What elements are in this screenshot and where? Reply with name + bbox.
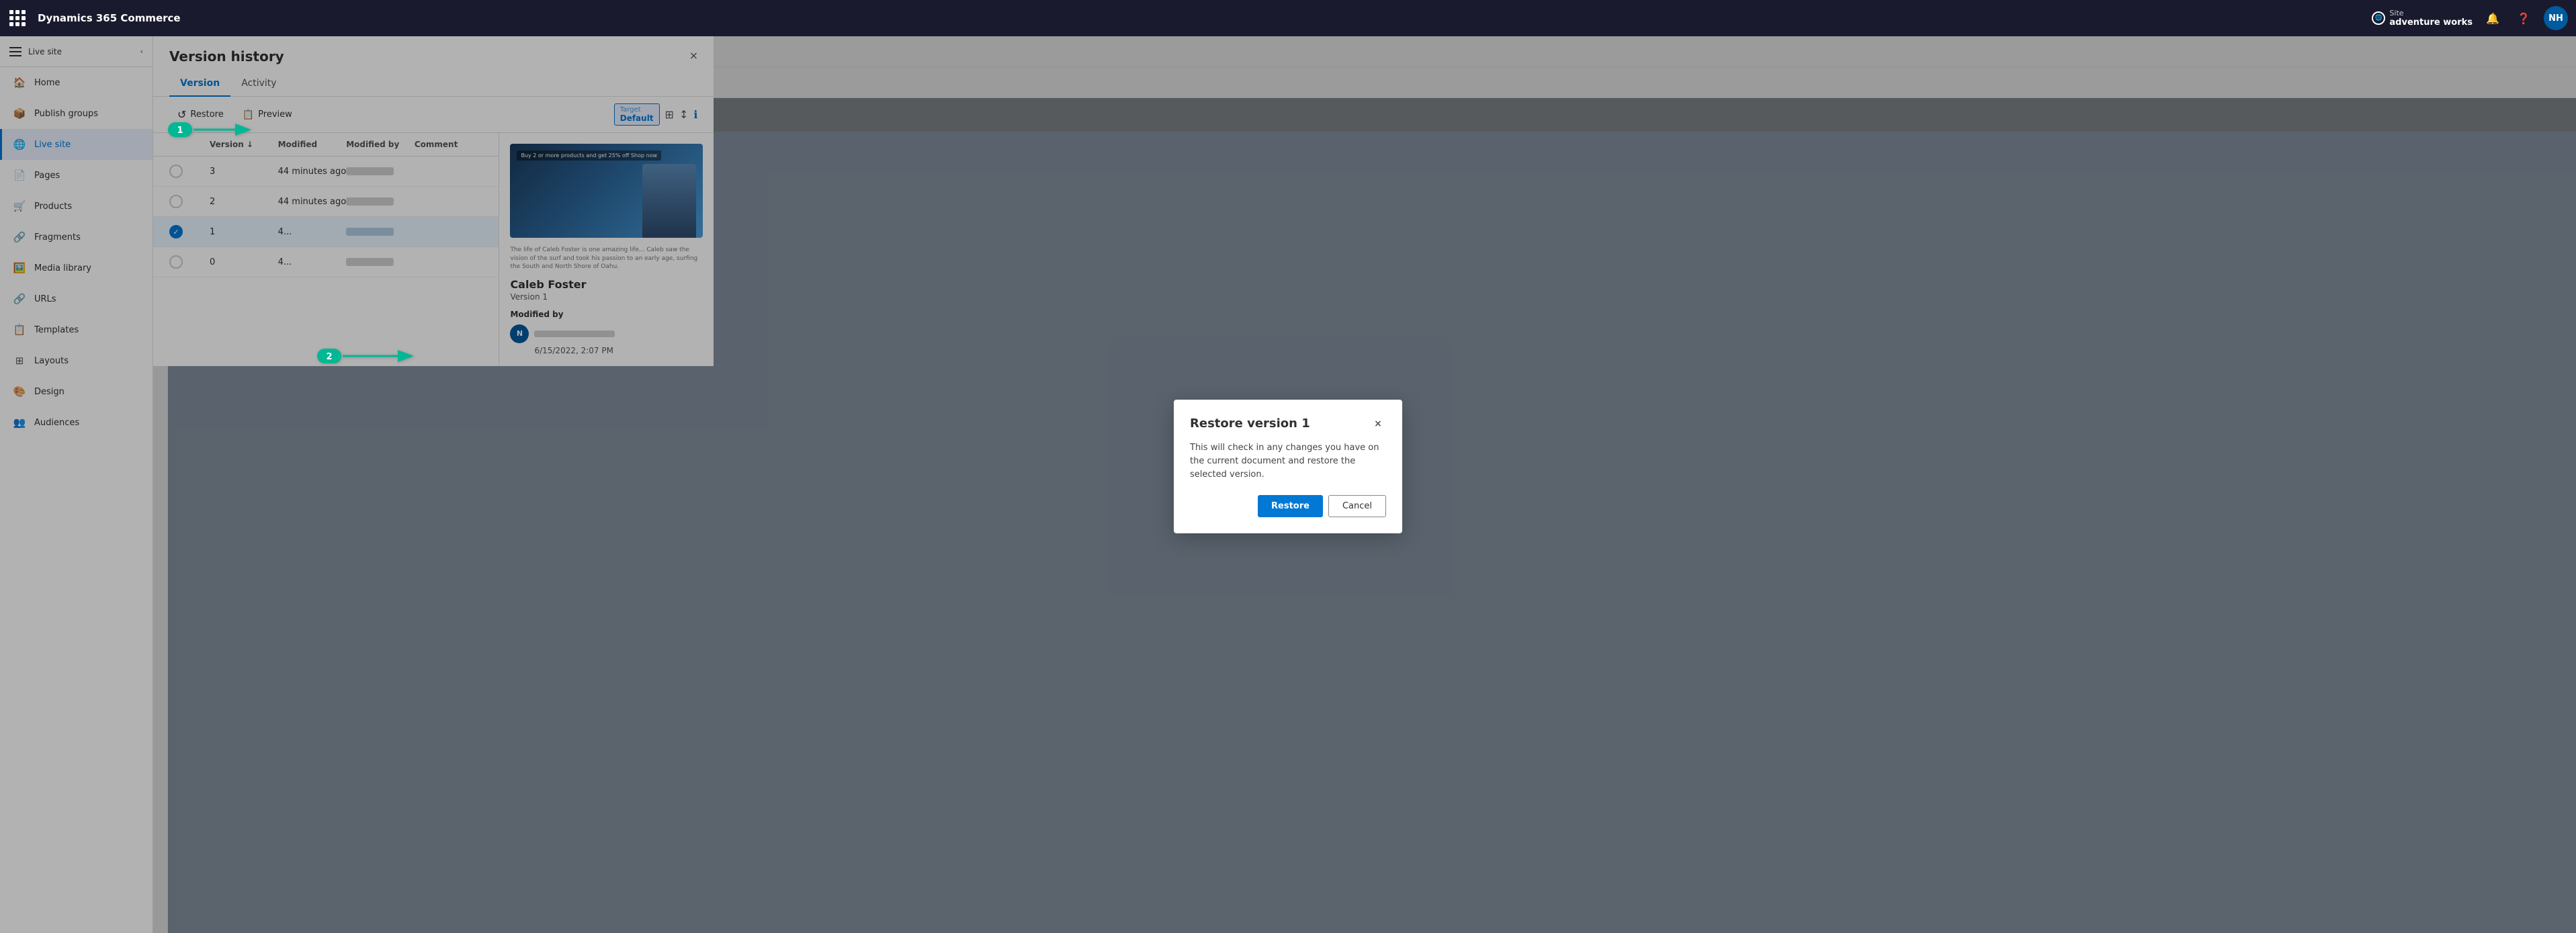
restore-dialog: Restore version 1 × This will check in a… <box>1174 400 1402 533</box>
dialog-close-button[interactable]: × <box>1370 416 1386 432</box>
arrow-1-label: 1 <box>177 126 183 136</box>
top-nav-right: 🌐 Site adventure works 🔔 ❓ NH <box>2372 6 2568 30</box>
globe-icon: 🌐 <box>2372 11 2385 25</box>
dialog-restore-button[interactable]: Restore <box>1258 495 1323 517</box>
arrow-2-label: 2 <box>326 352 332 362</box>
arrow-1-indicator: 1 <box>167 113 261 149</box>
waffle-icon <box>9 10 26 26</box>
app-launcher-button[interactable] <box>8 9 27 28</box>
notifications-button[interactable]: 🔔 <box>2482 7 2503 29</box>
dialog-body: This will check in any changes you have … <box>1190 441 1386 482</box>
site-info: Site adventure works <box>2389 9 2473 28</box>
arrow-2-indicator: 2 <box>316 339 423 375</box>
dialog-cancel-button[interactable]: Cancel <box>1328 495 1386 517</box>
site-label: Site <box>2389 9 2473 17</box>
help-button[interactable]: ❓ <box>2513 7 2534 29</box>
dialog-title-text: Restore version 1 <box>1190 416 1310 431</box>
site-selector[interactable]: 🌐 Site adventure works <box>2372 9 2473 28</box>
dialog-title-row: Restore version 1 × <box>1190 416 1386 432</box>
site-name: adventure works <box>2389 17 2473 28</box>
app-title: Dynamics 365 Commerce <box>38 12 2365 24</box>
user-avatar[interactable]: NH <box>2544 6 2568 30</box>
dialog-actions: Restore Cancel <box>1190 495 1386 517</box>
top-navigation: Dynamics 365 Commerce 🌐 Site adventure w… <box>0 0 2576 36</box>
dialog-overlay: Restore version 1 × This will check in a… <box>0 0 2576 933</box>
